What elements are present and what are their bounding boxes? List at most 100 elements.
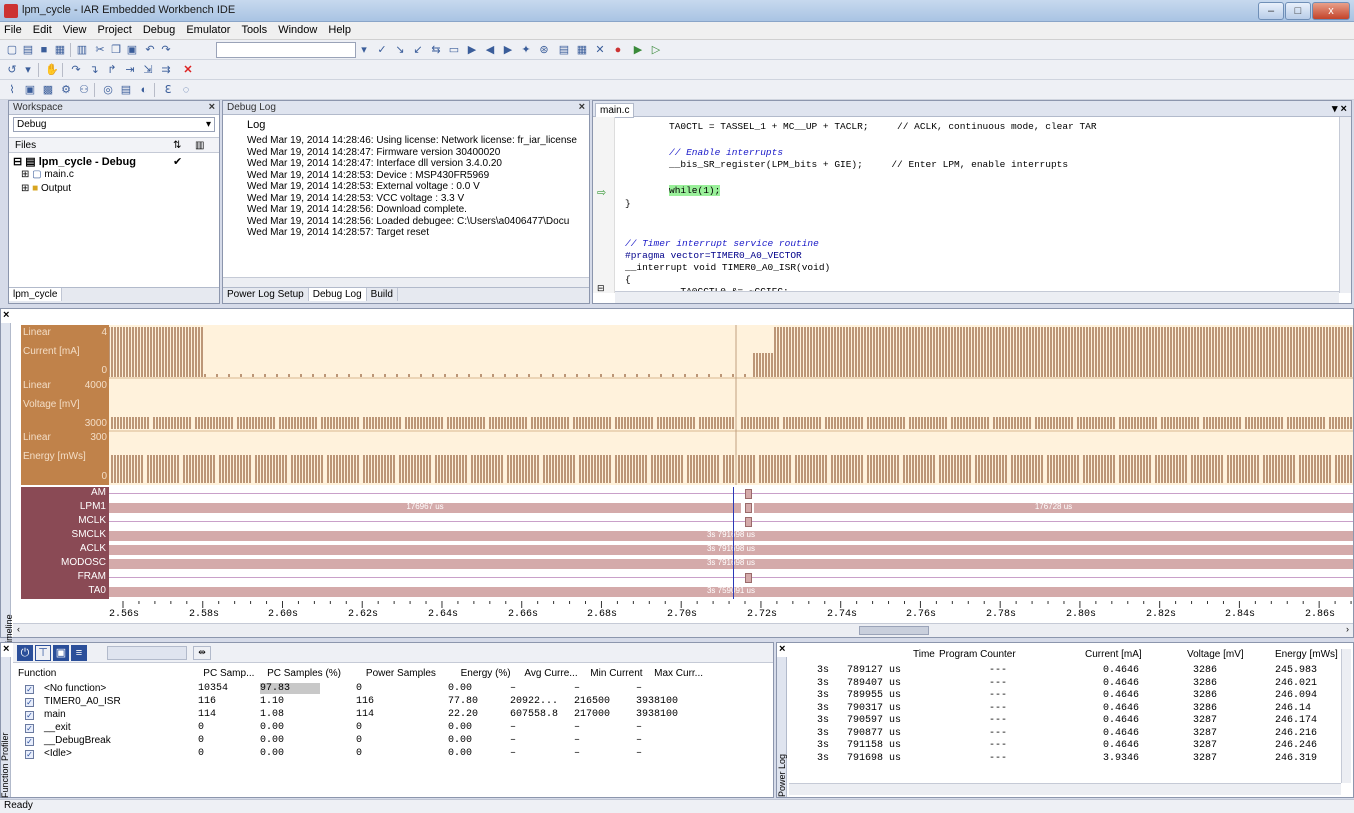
next-statement-icon[interactable]: ⇥ <box>122 62 138 78</box>
run-to-cursor-icon[interactable]: ⇲ <box>140 62 156 78</box>
download-debug-icon[interactable]: ▶ <box>630 42 646 58</box>
close-button[interactable]: x <box>1312 2 1350 20</box>
table-row[interactable]: 3s 790317 us --- 0.4646 3286 246.14 <box>789 703 1341 716</box>
open-file-icon[interactable]: ▤ <box>20 42 36 58</box>
reset-icon[interactable]: ↺ <box>4 62 20 78</box>
minimize-button[interactable]: – <box>1258 2 1284 20</box>
table-row[interactable]: 3s 789127 us --- 0.4646 3286 245.983 <box>789 665 1341 678</box>
row-checkbox[interactable]: ✓ <box>25 685 34 694</box>
make-icon[interactable]: ▦ <box>574 42 590 58</box>
list-icon[interactable]: ≡ <box>71 645 87 661</box>
horizontal-scrollbar[interactable] <box>789 783 1341 795</box>
save-icon[interactable]: ▣ <box>53 645 69 661</box>
redo-icon[interactable]: ↷ <box>158 42 174 58</box>
table-row[interactable]: 3s 790877 us --- 0.4646 3287 246.216 <box>789 728 1341 741</box>
maximize-button[interactable]: □ <box>1285 2 1311 20</box>
close-icon[interactable]: × <box>779 643 785 655</box>
timeline-cursor[interactable] <box>733 487 734 599</box>
col-avg-current[interactable]: Avg Curre... <box>521 667 587 680</box>
col-time[interactable]: Time <box>913 649 935 660</box>
col-power-samples[interactable]: Power Samples <box>363 667 458 680</box>
menu-debug[interactable]: Debug <box>139 22 179 36</box>
scroll-right-icon[interactable]: › <box>1346 624 1349 634</box>
row-checkbox[interactable]: ✓ <box>25 750 34 759</box>
profile-icon[interactable]: ⚙ <box>58 82 74 98</box>
close-icon[interactable]: × <box>3 643 9 655</box>
clear-icon[interactable]: ⊤ <box>35 645 51 661</box>
horizontal-scrollbar[interactable] <box>615 291 1339 303</box>
vertical-scrollbar[interactable] <box>1339 117 1351 293</box>
memory-icon[interactable]: ◎ <box>100 82 116 98</box>
copy-icon[interactable]: ❐ <box>108 42 124 58</box>
cut-icon[interactable]: ✂ <box>92 42 108 58</box>
state-graph[interactable]: 176967 us 176728 us 3s 791698 us 3s 7916… <box>109 487 1353 599</box>
col-min-current[interactable]: Min Current <box>587 667 651 680</box>
dropdown-icon[interactable]: ▾ <box>20 62 36 78</box>
menu-help[interactable]: Help <box>324 22 355 36</box>
table-row[interactable]: <No function> 10354 97.83 0 0.00 – – – ✓ <box>15 683 715 696</box>
table-row[interactable]: <Idle> 0 0.00 0 0.00 – – – ✓ <box>15 748 715 761</box>
tab-lpm-cycle[interactable]: lpm_cycle <box>9 288 63 301</box>
row-checkbox[interactable]: ✓ <box>25 724 34 733</box>
table-row[interactable]: __DebugBreak 0 0.00 0 0.00 – – – ✓ <box>15 735 715 748</box>
breakpoint-icon[interactable]: ⊛ <box>536 42 552 58</box>
col-pc-samples-pct[interactable]: PC Samples (%) <box>264 667 363 680</box>
go-icon[interactable]: ⇉ <box>158 62 174 78</box>
table-row[interactable]: TIMER0_A0_ISR 116 1.10 116 77.80 20922... 2165… <box>15 696 715 709</box>
close-icon[interactable]: × <box>579 101 585 113</box>
find-combobox[interactable] <box>216 42 356 58</box>
toggle-breakpoint-icon[interactable]: ● <box>610 42 626 58</box>
options-icon[interactable]: ◌ <box>178 82 194 98</box>
stop-debugging-icon[interactable]: ✕ <box>180 62 196 78</box>
row-checkbox[interactable]: ✓ <box>25 711 34 720</box>
table-row[interactable]: __exit 0 0.00 0 0.00 – – – ✓ <box>15 722 715 735</box>
menu-view[interactable]: View <box>59 22 91 36</box>
filter-field[interactable] <box>107 646 187 660</box>
col-energy[interactable]: Energy [mWs] <box>1275 649 1338 660</box>
stop-build-icon[interactable]: ✕ <box>592 42 608 58</box>
folder-output[interactable]: ⊞ ■ Output <box>21 183 71 194</box>
save-all-icon[interactable]: ▦ <box>52 42 68 58</box>
menu-edit[interactable]: Edit <box>29 22 56 36</box>
step-into-icon[interactable]: ↴ <box>86 62 102 78</box>
tab-power-log-setup[interactable]: Power Log Setup <box>223 288 309 301</box>
columns-icon[interactable]: ▥ <box>195 140 204 151</box>
replace-icon[interactable]: ⇆ <box>428 42 444 58</box>
register-icon[interactable]: ▤ <box>118 82 134 98</box>
scroll-left-icon[interactable]: ‹ <box>17 624 20 634</box>
watch-icon[interactable]: ◐ <box>136 82 152 98</box>
gie-icon[interactable]: ▣ <box>22 82 38 98</box>
bookmark-icon[interactable]: ▶ <box>464 42 480 58</box>
vertical-scrollbar[interactable] <box>1341 649 1351 783</box>
col-energy-pct[interactable]: Energy (%) <box>458 667 522 680</box>
power-graph[interactable] <box>109 325 1353 485</box>
undo-icon[interactable]: ↶ <box>142 42 158 58</box>
sort-icon[interactable]: ⇅ <box>173 140 181 151</box>
col-function[interactable]: Function <box>15 667 200 680</box>
col-max-current[interactable]: Max Curr... <box>651 667 715 680</box>
paste-icon[interactable]: ▣ <box>124 42 140 58</box>
col-pc-samples[interactable]: PC Samp... <box>200 667 264 680</box>
project-node[interactable]: ⊟ ▤ lpm_cycle - Debug <box>13 155 136 168</box>
state-icon[interactable]: ▩ <box>40 82 56 98</box>
ulp-icon[interactable]: ⚇ <box>76 82 92 98</box>
nav-back-icon[interactable]: ◀ <box>482 42 498 58</box>
break-icon[interactable]: ✋ <box>44 62 60 78</box>
debug-without-download-icon[interactable]: ▷ <box>648 42 664 58</box>
clear-icon[interactable]: ℇ <box>160 82 176 98</box>
new-file-icon[interactable]: ▢ <box>4 42 20 58</box>
timeline-scrollbar[interactable]: ‹ › <box>13 623 1353 637</box>
power-icon[interactable]: ⏻ <box>17 645 33 661</box>
table-row[interactable]: 3s 789955 us --- 0.4646 3286 246.094 <box>789 690 1341 703</box>
close-icon[interactable]: × <box>209 101 215 113</box>
menu-project[interactable]: Project <box>94 22 136 36</box>
menu-file[interactable]: File <box>0 22 26 36</box>
energy-trace-icon[interactable]: ⌇ <box>4 82 20 98</box>
find-prev-icon[interactable]: ↙ <box>410 42 426 58</box>
chevron-down-icon[interactable]: ▾ <box>356 42 372 58</box>
menu-emulator[interactable]: Emulator <box>182 22 234 36</box>
file-main-c[interactable]: ⊞ ▢ main.c <box>21 169 74 180</box>
table-row[interactable]: 3s 790597 us --- 0.4646 3287 246.174 <box>789 715 1341 728</box>
col-program-counter[interactable]: Program Counter <box>939 649 1016 660</box>
step-over-icon[interactable]: ↷ <box>68 62 84 78</box>
